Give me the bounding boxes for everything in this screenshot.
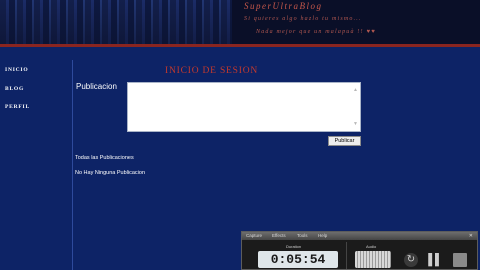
menu-help[interactable]: Help: [318, 232, 327, 240]
menu-tools[interactable]: Tools: [297, 232, 308, 240]
stop-icon[interactable]: [453, 253, 467, 267]
header-divider: [0, 44, 480, 47]
screen-recorder-widget: Capture Effects Tools Help ✕ Duration 0:…: [241, 231, 478, 270]
menu-effects[interactable]: Effects: [272, 232, 286, 240]
sidebar: [0, 47, 72, 270]
publish-button[interactable]: Publicar: [328, 136, 361, 146]
publication-label: Publicacion: [76, 82, 117, 91]
restart-icon[interactable]: ↻: [404, 253, 418, 267]
tagline-line-2: Nada mejor que un malapuà !! ♥♥: [256, 29, 376, 35]
sidebar-item-inicio[interactable]: INICIO: [5, 67, 28, 73]
publication-textarea[interactable]: ▲ ▼: [127, 82, 361, 132]
close-icon[interactable]: ✕: [469, 232, 473, 240]
audio-label: Audio: [366, 244, 377, 249]
sidebar-item-perfil[interactable]: PERFIL: [5, 104, 30, 110]
site-title: SuperUltraBlog: [244, 1, 323, 11]
scroll-up-icon[interactable]: ▲: [353, 87, 358, 93]
recorder-titlebar: Capture Effects Tools Help ✕: [242, 232, 477, 240]
sidebar-item-blog[interactable]: BLOG: [5, 86, 24, 92]
audio-level-meter: [355, 251, 391, 268]
duration-display: 0:05:54: [258, 251, 338, 268]
all-publications-link[interactable]: Todas las Publicaciones: [75, 155, 134, 161]
recorder-separator: [346, 242, 347, 269]
duration-label: Duration: [286, 244, 302, 249]
banner-image: [0, 0, 232, 44]
pause-icon[interactable]: ▌▌: [428, 253, 443, 267]
page-title: INICIO DE SESION: [165, 66, 259, 76]
tagline-line-1: Si quieres algo hazlo tu mismo...: [244, 16, 362, 22]
sidebar-divider: [72, 60, 73, 270]
no-publications-text: No Hay Ninguna Publicacion: [75, 170, 146, 176]
scroll-down-icon[interactable]: ▼: [353, 121, 358, 127]
header-banner: SuperUltraBlog Si quieres algo hazlo tu …: [0, 0, 480, 44]
menu-capture[interactable]: Capture: [246, 232, 262, 240]
